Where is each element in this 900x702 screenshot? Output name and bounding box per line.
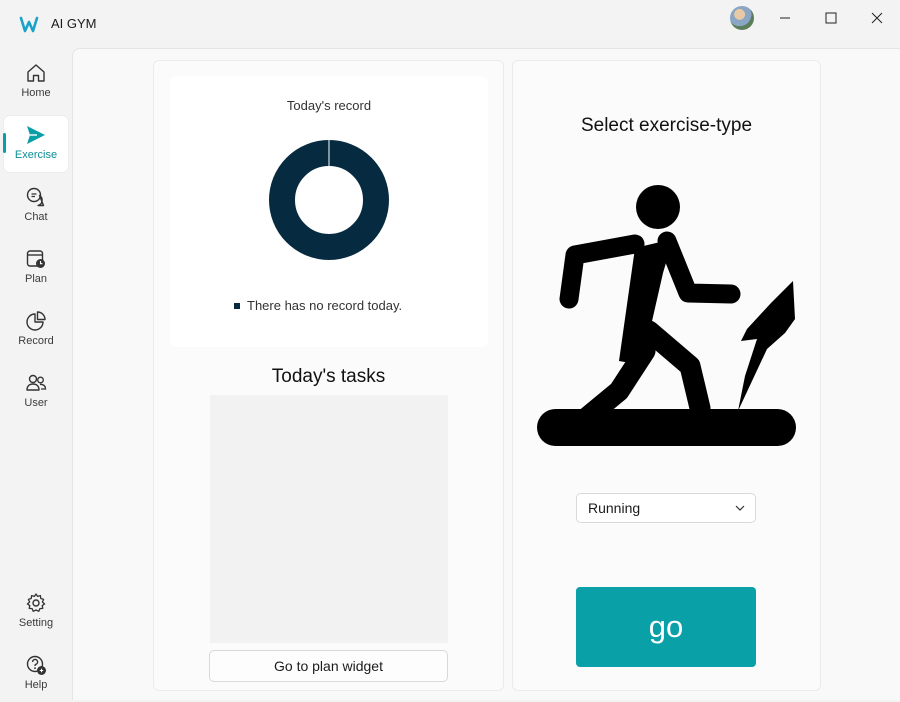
sidebar-item-chat[interactable]: Chat <box>4 178 68 234</box>
sidebar-item-help[interactable]: Help <box>4 646 68 702</box>
sidebar-item-plan[interactable]: Plan <box>4 240 68 296</box>
avatar[interactable] <box>730 6 754 30</box>
legend-swatch <box>234 302 240 309</box>
close-icon <box>871 12 883 24</box>
sidebar-item-label: Help <box>24 679 48 691</box>
sidebar-item-home[interactable]: Home <box>4 54 68 110</box>
help-icon <box>26 655 46 675</box>
main-content: Today's record There has no record today… <box>72 48 900 700</box>
daily-panel: Today's record There has no record today… <box>153 60 504 691</box>
maximize-icon <box>825 12 837 24</box>
sidebar-item-exercise[interactable]: Exercise <box>3 116 68 172</box>
app-title: AI GYM <box>51 16 97 31</box>
sidebar-item-label: User <box>24 397 48 409</box>
legend-label: There has no record today. <box>247 298 403 313</box>
minimize-icon <box>780 17 790 19</box>
chevron-down-icon <box>735 505 745 511</box>
gear-icon <box>26 593 46 612</box>
close-button[interactable] <box>854 0 900 36</box>
active-indicator <box>3 133 6 153</box>
home-icon <box>27 64 45 82</box>
donut-ring <box>269 140 389 260</box>
record-donut-chart <box>269 140 389 260</box>
minimize-button[interactable] <box>762 0 808 36</box>
sidebar-item-label: Home <box>21 87 51 99</box>
people-icon <box>26 374 47 391</box>
title-bar: AI GYM <box>0 0 900 48</box>
sidebar: Home Exercise Chat Plan Record User Sett… <box>0 48 72 700</box>
go-to-plan-button[interactable]: Go to plan widget <box>209 650 448 682</box>
send-icon <box>27 126 45 144</box>
pie-chart-icon <box>26 311 46 331</box>
record-title: Today's record <box>286 98 372 113</box>
tasks-list[interactable] <box>210 395 448 643</box>
exercise-select-title: Select exercise-type <box>580 115 753 136</box>
calendar-clock-icon <box>26 250 45 268</box>
sidebar-item-label: Plan <box>24 273 48 285</box>
exercise-type-value: Running <box>588 500 641 516</box>
exercise-type-select[interactable]: Running <box>576 493 756 523</box>
tasks-title: Today's tasks <box>271 366 386 387</box>
sidebar-item-setting[interactable]: Setting <box>4 584 68 640</box>
maximize-button[interactable] <box>808 0 854 36</box>
go-button[interactable]: go <box>576 587 756 667</box>
treadmill-base-icon <box>537 281 796 446</box>
record-legend: There has no record today. <box>234 298 402 313</box>
record-chart-card: Today's record There has no record today… <box>170 76 488 347</box>
chat-icon <box>26 187 45 207</box>
sidebar-item-label: Exercise <box>14 149 58 161</box>
sidebar-item-record[interactable]: Record <box>4 302 68 358</box>
app-logo-icon <box>19 16 39 33</box>
sidebar-item-label: Record <box>18 335 54 347</box>
exercise-panel: Select exercise-type Running go <box>512 60 821 691</box>
sidebar-item-label: Chat <box>24 211 48 223</box>
sidebar-item-label: Setting <box>18 617 54 629</box>
sidebar-item-user[interactable]: User <box>4 364 68 420</box>
